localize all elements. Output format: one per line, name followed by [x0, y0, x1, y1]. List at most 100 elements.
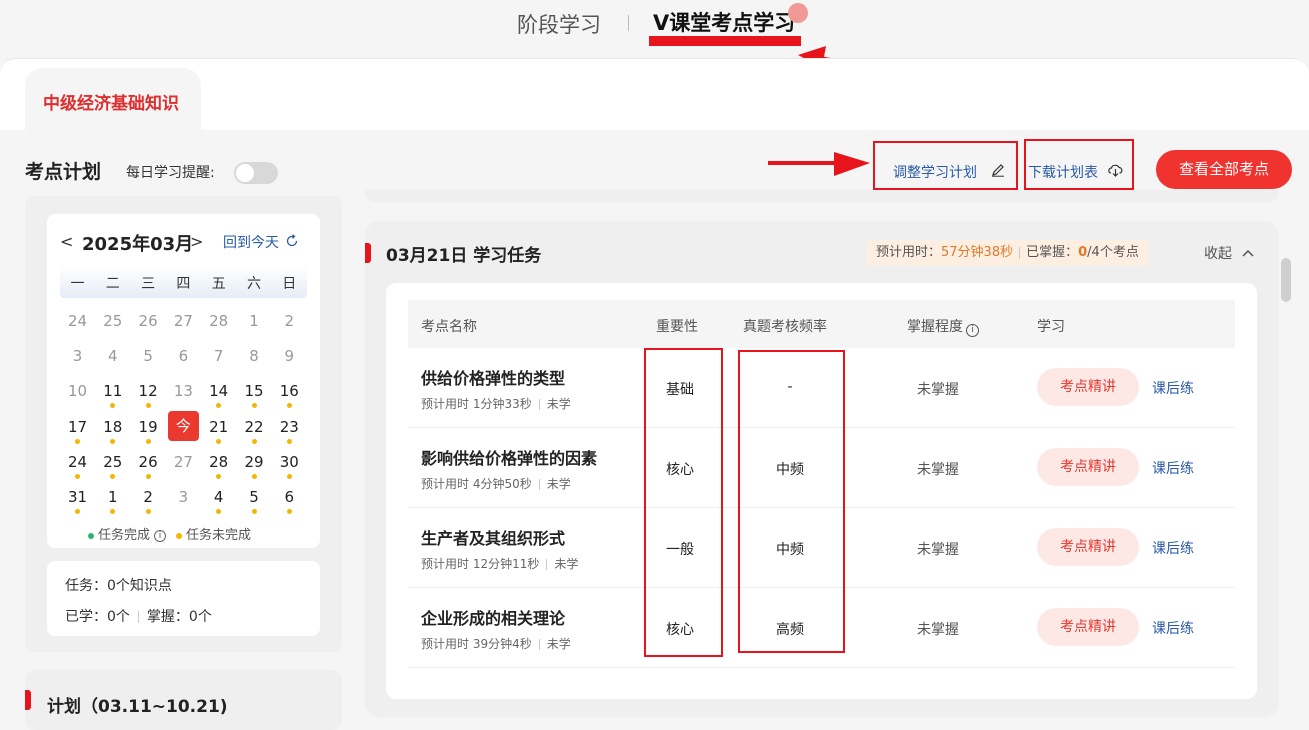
calendar-day[interactable]: 9	[272, 347, 307, 365]
lecture-button[interactable]: 考点精讲	[1037, 368, 1139, 406]
task-undone-dot-icon	[286, 509, 292, 514]
calendar-day[interactable]: 1	[237, 312, 272, 330]
calendar-day[interactable]: 12	[131, 382, 166, 409]
calendar-day[interactable]: 4	[201, 488, 236, 514]
calendar-day[interactable]: 8	[237, 347, 272, 365]
calendar-day[interactable]: 5	[131, 347, 166, 365]
point-name[interactable]: 影响供给价格弹性的因素	[421, 445, 597, 469]
plan-period-card[interactable]: 计划（03.11~10.21)	[25, 670, 342, 730]
calendar-day[interactable]: 28	[201, 453, 236, 479]
calendar-day[interactable]: 22	[237, 417, 272, 444]
calendar-day[interactable]: 18	[95, 418, 130, 444]
tab-stage-study[interactable]: 阶段学习	[517, 9, 601, 39]
calendar-day[interactable]: 3	[60, 347, 95, 365]
download-plan-button[interactable]: 下载计划表	[1024, 139, 1134, 190]
calendar-day[interactable]: 23	[272, 417, 307, 444]
calendar-day-number: 17	[67, 417, 88, 436]
course-tab-active[interactable]: 中级经济基础知识	[25, 68, 201, 130]
practice-link[interactable]: 课后练	[1152, 458, 1194, 478]
calendar-day[interactable]: 2	[272, 312, 307, 330]
calendar-day[interactable]: 21	[201, 418, 236, 444]
calendar-day[interactable]: 28	[201, 312, 236, 330]
point-mastery: 未掌握	[917, 542, 959, 558]
calendar-day[interactable]: 14	[201, 382, 236, 409]
calendar-day[interactable]: 5	[237, 488, 272, 514]
stat-mastered: 掌握：0个	[146, 609, 212, 625]
calendar-day[interactable]: 17	[60, 417, 95, 444]
info-icon[interactable]: i	[154, 529, 167, 542]
point-name[interactable]: 供给价格弹性的类型	[421, 365, 565, 389]
tab-vclass-study[interactable]: V课堂考点学习	[653, 7, 795, 37]
calendar-day-number: 14	[209, 382, 229, 401]
calendar-day[interactable]: 30	[272, 453, 307, 479]
info-icon[interactable]: i	[966, 324, 979, 337]
calendar-day-number: 24	[67, 452, 88, 471]
view-all-points-button[interactable]: 查看全部考点	[1156, 150, 1292, 189]
stat-task: 任务：0个知识点	[65, 578, 172, 594]
calendar-day[interactable]: 31	[60, 488, 95, 514]
notification-dot	[788, 3, 808, 23]
calendar-day[interactable]: 15	[237, 382, 272, 409]
lecture-button[interactable]: 考点精讲	[1037, 448, 1139, 486]
back-to-today-button[interactable]: 回到今天	[223, 232, 299, 252]
lecture-button[interactable]: 考点精讲	[1037, 528, 1139, 566]
point-status: 未学	[554, 557, 579, 571]
calendar-day[interactable]: 24	[60, 312, 95, 330]
calendar-day[interactable]: 27	[166, 312, 201, 330]
calendar-day[interactable]: 19	[131, 418, 166, 444]
reminder-toggle[interactable]	[234, 162, 278, 184]
stat-progress: 已学：0个 掌握：0个	[65, 606, 212, 626]
calendar-day[interactable]: 6	[272, 488, 307, 514]
refresh-icon	[287, 234, 298, 247]
calendar-day[interactable]: 13	[166, 382, 201, 400]
calendar-day[interactable]: 4	[95, 347, 130, 365]
calendar-day[interactable]: 16	[272, 382, 307, 409]
calendar-day[interactable]: 10	[60, 382, 95, 400]
calendar-day-number: 26	[138, 452, 158, 471]
point-name[interactable]: 企业形成的相关理论	[421, 605, 565, 629]
practice-link[interactable]: 课后练	[1152, 538, 1194, 558]
calendar-day-number: 1	[249, 312, 259, 330]
calendar-day[interactable]: 26	[131, 312, 166, 330]
collapse-button[interactable]: 收起	[1204, 243, 1254, 263]
scrollbar-thumb[interactable]	[1281, 258, 1291, 302]
prev-month-button[interactable]: <	[60, 232, 73, 251]
calendar-day[interactable]: 3	[166, 488, 201, 506]
collapse-label: 收起	[1204, 246, 1232, 262]
point-name[interactable]: 生产者及其组织形式	[421, 525, 565, 549]
lecture-button[interactable]: 考点精讲	[1037, 608, 1139, 646]
calendar-day-number: 26	[138, 312, 158, 330]
calendar-day[interactable]: 25	[95, 453, 130, 479]
calendar-day[interactable]: 29	[237, 453, 272, 479]
legend-done: 任务完成	[98, 528, 151, 543]
adjust-plan-button[interactable]: 调整学习计划	[873, 141, 1018, 190]
point-mastery: 未掌握	[917, 382, 959, 398]
calendar-day-number: 16	[279, 382, 299, 401]
calendar-day-today[interactable]: 今	[167, 410, 199, 441]
next-month-button[interactable]: >	[190, 232, 203, 251]
th-mastery: 掌握程度 i	[907, 316, 979, 337]
point-meta: 预计用时 39分钟4秒 未学	[421, 635, 571, 652]
calendar-day[interactable]: 2	[131, 488, 166, 514]
back-to-today-label: 回到今天	[223, 235, 279, 251]
calendar-day-number: 22	[244, 417, 264, 436]
practice-link[interactable]: 课后练	[1152, 618, 1194, 638]
meta-time-label: 预计用时：	[876, 245, 942, 260]
annotation-box-frequency	[738, 350, 845, 653]
calendar-day[interactable]: 24	[60, 452, 95, 479]
task-undone-dot-icon	[286, 403, 292, 409]
calendar-day[interactable]: 26	[131, 452, 166, 479]
task-undone-dot-icon	[145, 509, 151, 514]
calendar-day[interactable]: 11	[95, 382, 130, 409]
calendar: < 2025年03月 > 回到今天 一二三四五六日 24 25 26 27 28 1 2 3 4…	[47, 214, 320, 548]
task-undone-dot-icon	[251, 438, 257, 444]
calendar-day[interactable]: 6	[166, 347, 201, 365]
top-nav: 阶段学习 V课堂考点学习	[0, 0, 1309, 70]
practice-link[interactable]: 课后练	[1152, 378, 1194, 398]
calendar-day[interactable]: 27	[166, 453, 201, 471]
calendar-day[interactable]: 25	[95, 312, 130, 330]
calendar-day[interactable]: 7	[201, 347, 236, 365]
calendar-day-number: 23	[279, 417, 299, 436]
weekday-label: 五	[211, 276, 226, 292]
calendar-day[interactable]: 1	[95, 488, 130, 514]
